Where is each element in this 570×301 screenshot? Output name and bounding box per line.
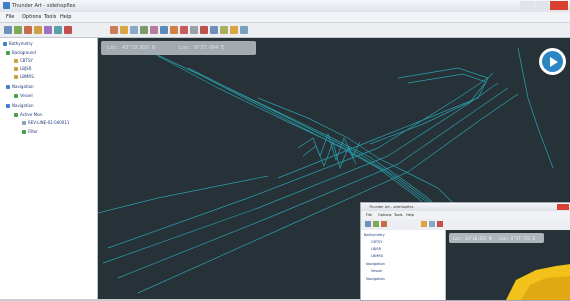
title-bar: Thunder Art - sidehopflex <box>0 0 570 12</box>
tree-node[interactable]: Vessel <box>14 93 33 98</box>
tree-node[interactable]: Filter <box>22 129 38 134</box>
latitude-readout: Lat: 43°10.656 N <box>107 45 156 51</box>
inset-tool-icon[interactable] <box>365 221 371 227</box>
folder-icon <box>6 51 10 55</box>
inset-tool-icon[interactable] <box>429 221 435 227</box>
layer-icon <box>14 94 18 98</box>
tree-node[interactable]: LBMRS <box>14 74 34 79</box>
inset-tool-icon[interactable] <box>437 221 443 227</box>
inset-menu-bar: File Options Tools Help <box>361 211 570 219</box>
tool-layer-icon[interactable] <box>24 26 32 34</box>
inset-tree-node[interactable]: CBTSY <box>371 240 382 244</box>
play-button[interactable] <box>539 48 566 75</box>
menu-tools[interactable]: Tools <box>44 14 56 20</box>
menu-bar: File Options Tools Help <box>0 12 570 23</box>
menu-file[interactable]: File <box>6 14 14 20</box>
inset-close-button[interactable] <box>557 204 569 210</box>
tool-open-icon[interactable] <box>4 26 12 34</box>
inset-window[interactable]: Thunder Art - sidehopflex File Options T… <box>360 202 570 301</box>
tool-select-icon[interactable] <box>150 26 158 34</box>
tool-record-icon[interactable] <box>200 26 208 34</box>
inset-menu-help[interactable]: Help <box>406 213 414 217</box>
tool-view-icon[interactable] <box>160 26 168 34</box>
layer-icon <box>14 113 18 117</box>
inset-tree-node[interactable]: Navigation <box>366 262 385 266</box>
inset-toolbar <box>361 219 570 230</box>
close-button[interactable] <box>550 1 568 10</box>
layer-icon <box>14 67 18 71</box>
inset-tree-node[interactable]: Vessel <box>371 269 382 273</box>
window-title: Thunder Art - sidehopflex <box>12 3 76 9</box>
app-icon <box>3 2 10 9</box>
tree-node[interactable]: LBJSR <box>14 66 31 71</box>
inset-3d-viewer[interactable]: Lat: 43°10.651 N Lon: 9°37.752 E <box>446 230 570 300</box>
inset-menu-file[interactable]: File <box>366 213 372 217</box>
inset-tool-icon[interactable] <box>421 221 427 227</box>
tree-node[interactable]: REV-LINE-02-040011 <box>22 120 69 125</box>
folder-icon <box>6 104 10 108</box>
layer-icon <box>14 75 18 79</box>
tree-node[interactable]: Active Mon. <box>14 112 43 117</box>
layer-icon <box>22 130 26 134</box>
tree-node[interactable]: Navigation <box>6 103 34 108</box>
folder-icon <box>3 42 7 46</box>
inset-tree-node[interactable]: Navigation <box>366 277 385 281</box>
tool-settings-icon[interactable] <box>190 26 198 34</box>
coordinate-readout: Lat: 43°10.656 N Lon: 9°37.064 E <box>101 41 256 55</box>
tool-zoom-icon[interactable] <box>120 26 128 34</box>
tree-node[interactable]: Navigation <box>6 84 34 89</box>
inset-tree-node[interactable]: LBJSR <box>371 247 381 251</box>
tool-chart-icon[interactable] <box>34 26 42 34</box>
inset-tool-icon[interactable] <box>373 221 379 227</box>
inset-tool-icon[interactable] <box>381 221 387 227</box>
inset-tree-node[interactable]: Bathymetry <box>364 233 385 237</box>
inset-menu-tools[interactable]: Tools <box>394 213 403 217</box>
tool-export-icon[interactable] <box>210 26 218 34</box>
tool-rotate-icon[interactable] <box>130 26 138 34</box>
inset-title-bar: Thunder Art - sidehopflex <box>361 203 570 211</box>
toolbar <box>0 23 570 38</box>
tool-lock-icon[interactable] <box>220 26 228 34</box>
tree-node[interactable]: CBTSY <box>14 58 33 63</box>
tool-flag-icon[interactable] <box>180 26 188 34</box>
main-window: Thunder Art - sidehopflex File Options T… <box>0 0 570 301</box>
tool-light-icon[interactable] <box>230 26 238 34</box>
tool-filter-icon[interactable] <box>44 26 52 34</box>
tool-stop-icon[interactable] <box>64 26 72 34</box>
inset-window-title: Thunder Art - sidehopflex <box>369 205 414 209</box>
layer-tree: Bathymetry Background CBTSY LBJSR LBMRS … <box>0 38 98 299</box>
inset-tree-node[interactable]: LBMRS <box>371 254 383 258</box>
maximize-button[interactable] <box>535 1 549 10</box>
tool-measure-icon[interactable] <box>140 26 148 34</box>
tree-node[interactable]: Background <box>6 50 36 55</box>
tool-pan-icon[interactable] <box>110 26 118 34</box>
layer-icon <box>14 59 18 63</box>
inset-latitude-readout: Lat: 43°10.651 N <box>453 236 492 241</box>
menu-help[interactable]: Help <box>60 14 71 20</box>
tree-node[interactable]: Bathymetry <box>3 41 33 46</box>
tool-color-icon[interactable] <box>170 26 178 34</box>
tool-grid-icon[interactable] <box>54 26 62 34</box>
tool-info-icon[interactable] <box>240 26 248 34</box>
longitude-readout: Lon: 9°37.064 E <box>179 45 225 51</box>
inset-longitude-readout: Lon: 9°37.752 E <box>499 236 536 241</box>
minimize-button[interactable] <box>520 1 534 10</box>
folder-icon <box>6 85 10 89</box>
layer-icon <box>22 121 26 125</box>
play-icon <box>542 51 563 72</box>
inset-menu-options[interactable]: Options <box>378 213 392 217</box>
menu-options[interactable]: Options <box>22 14 41 20</box>
inset-layer-tree: Bathymetry CBTSY LBJSR LBMRS Navigation … <box>361 230 446 300</box>
inset-coordinate-readout: Lat: 43°10.651 N Lon: 9°37.752 E <box>449 233 544 243</box>
tool-save-icon[interactable] <box>14 26 22 34</box>
